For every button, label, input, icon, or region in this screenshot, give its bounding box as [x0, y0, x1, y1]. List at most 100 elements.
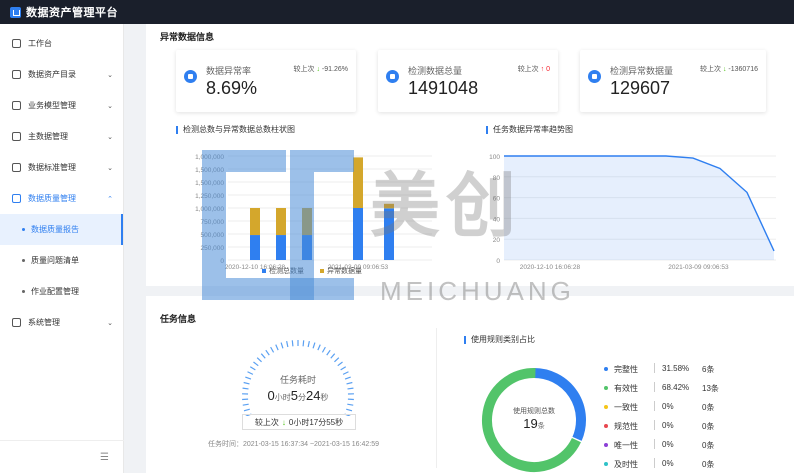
gauge-tick [337, 361, 343, 367]
watermark-sub: MEICHUANG [380, 276, 575, 306]
legend-row: 一致性 0% 0条 [604, 401, 784, 419]
gauge-tick [340, 366, 347, 371]
gauge-tick [275, 344, 279, 351]
legend-dot [604, 443, 608, 447]
divider [654, 382, 655, 392]
legend-name: 唯一性 [614, 441, 638, 450]
legend-count: 0条 [702, 441, 715, 450]
arrow-down-icon: ↓ [281, 417, 286, 427]
bar [250, 208, 260, 236]
bullet-icon [22, 290, 25, 293]
legend-count: 6条 [702, 365, 715, 374]
quality-icon [12, 194, 21, 203]
stat-compare: 较上次 ↓ -91.26% [293, 66, 348, 73]
legend-percent: 31.58% [662, 364, 690, 373]
gauge-tick [242, 403, 249, 406]
gauge-tick [346, 408, 353, 412]
app-title: 数据资产管理平台 [26, 7, 118, 19]
sidebar-subitem-label: 数据质量报告 [31, 225, 79, 234]
legend-row: 及时性 0% 0条 [604, 458, 784, 473]
legend-row: 唯一性 0% 0条 [604, 439, 784, 457]
cube-icon [12, 101, 21, 110]
arrow-down-icon: ↓ [722, 66, 727, 73]
gauge-tick [249, 366, 256, 371]
sidebar-subitem-0[interactable]: 数据质量报告 [0, 214, 123, 245]
gauge-tick [307, 341, 310, 348]
rules-chart-title: 使用规则类别占比 [464, 336, 535, 344]
sidebar-item-label: 数据标准管理 [28, 163, 76, 172]
chevron-down-icon: ⌄ [107, 319, 113, 327]
sidebar-item-2[interactable]: 业务模型管理 ⌄ [0, 90, 123, 121]
chevron-down-icon: ⌄ [107, 164, 113, 172]
gauge-tick [270, 346, 275, 353]
gauge-tick [321, 346, 326, 353]
legend-count: 0条 [702, 403, 715, 412]
legend-percent: 0% [662, 421, 674, 430]
gauge-tick [280, 342, 284, 349]
sidebar-subitem-1[interactable]: 质量问题清单 [0, 245, 123, 276]
legend-percent: 68.42% [662, 383, 690, 392]
gauge-tick [253, 361, 259, 367]
chevron-down-icon: ⌄ [107, 71, 113, 79]
stat-value: 129607 [610, 78, 671, 98]
stat-compare: 较上次 ↓ -1360716 [700, 66, 758, 73]
gauge-tick [326, 349, 331, 356]
sidebar-item-1[interactable]: 数据资产目录 ⌄ [0, 59, 123, 90]
gauge-title: 任务耗时 [279, 375, 316, 385]
master-data-icon [12, 132, 21, 141]
divider [654, 439, 655, 449]
bar [276, 235, 286, 260]
sidebar-item-4[interactable]: 数据标准管理 ⌄ [0, 152, 123, 183]
legend-swatch [320, 269, 324, 273]
stat-compare: 较上次 ↑ 0 [517, 66, 550, 73]
sidebar-item-0[interactable]: 工作台 [0, 28, 123, 59]
dashboard-icon [12, 39, 21, 48]
watermark-text: 美创 [370, 167, 522, 245]
sidebar-item-6[interactable]: 系统管理 ⌄ [0, 307, 123, 338]
task-section-title: 任务信息 [160, 314, 197, 324]
gauge-tick [302, 340, 305, 347]
legend-name: 一致性 [614, 403, 638, 412]
legend-percent: 0% [662, 402, 674, 411]
legend-name: 有效性 [614, 384, 638, 393]
gauge-tick [334, 357, 340, 363]
legend-count: 0条 [702, 460, 715, 469]
stat-label: 检测异常数据量 [610, 66, 674, 76]
divider [436, 328, 437, 468]
sidebar-item-3[interactable]: 主数据管理 ⌄ [0, 121, 123, 152]
sidebar-item-label: 系统管理 [28, 318, 60, 327]
gauge-tick [260, 353, 266, 359]
sidebar-subitem-2[interactable]: 作业配置管理 [0, 276, 123, 307]
duration-compare: 较上次 ↓ 0小时17分55秒 [242, 414, 356, 430]
x-tick-label: 2020-12-10 16:06:28 [520, 264, 581, 271]
menu-collapse-icon[interactable]: ☰ [100, 452, 109, 463]
x-tick-label: 2021-03-09 09:06:53 [668, 264, 729, 271]
legend-swatch [262, 269, 266, 273]
bar [276, 208, 286, 236]
warning-icon [184, 70, 197, 83]
watermark-logo [202, 150, 226, 300]
duration-value: 0小时5分24秒 [267, 388, 329, 403]
sidebar-item-label: 工作台 [28, 39, 52, 48]
database-icon [386, 70, 399, 83]
area-fill [504, 156, 774, 260]
stat-label: 数据异常率 [206, 66, 252, 76]
top-bar: 数据资产管理平台 [0, 0, 794, 24]
stat-value: 8.69% [206, 78, 258, 98]
legend-dot [604, 386, 608, 390]
monitor-icon [12, 163, 21, 172]
stat-card-total: 检测数据总量 1491048 较上次 ↑ 0 [378, 50, 558, 112]
gauge-tick [330, 353, 336, 359]
bar-chart-title: 检测总数与异常数据总数柱状图 [176, 126, 295, 134]
sidebar-item-label: 业务模型管理 [28, 101, 76, 110]
stat-label: 检测数据总量 [408, 66, 463, 76]
chevron-down-icon: ⌄ [107, 133, 113, 141]
sidebar-item-5[interactable]: 数据质量管理 ⌃ [0, 183, 123, 214]
legend-row: 有效性 68.42% 13条 [604, 382, 784, 400]
bar [353, 208, 363, 260]
donut-center-value: 19条 [523, 416, 545, 431]
stat-card-anomaly-rate: 数据异常率 8.69% 较上次 ↓ -91.26% [176, 50, 356, 112]
legend-dot [604, 424, 608, 428]
donut-center-label: 使用规则总数 [513, 408, 555, 415]
legend-dot [604, 462, 608, 466]
